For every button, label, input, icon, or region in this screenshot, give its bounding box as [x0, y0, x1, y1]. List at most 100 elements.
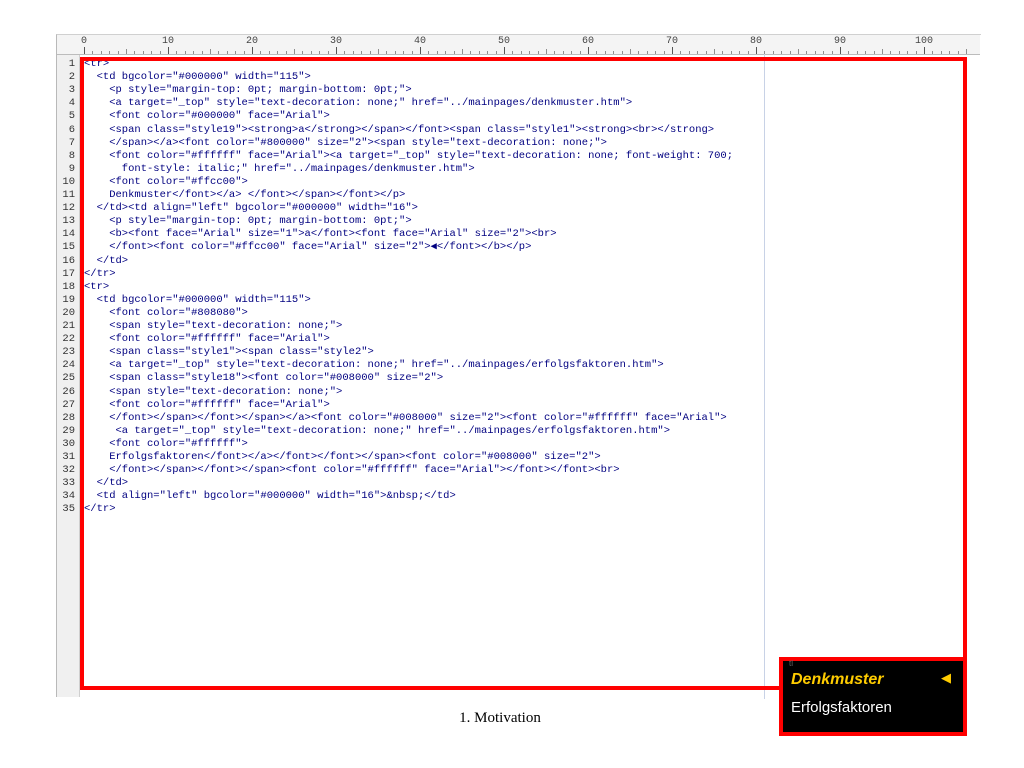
- ruler-tick: [630, 49, 631, 54]
- ruler-tick: [697, 51, 699, 54]
- ruler-tick: [176, 51, 178, 54]
- line-number: 20: [62, 306, 75, 319]
- ruler-label: 70: [665, 36, 679, 47]
- ruler-tick: [646, 51, 648, 54]
- ruler-tick: [604, 51, 606, 54]
- line-number: 33: [62, 477, 75, 490]
- line-number: 19: [62, 293, 75, 306]
- line-number: 3: [68, 84, 75, 97]
- ruler-tick: [319, 51, 321, 54]
- ruler-tick: [126, 49, 127, 54]
- line-number: 25: [62, 372, 75, 385]
- line-number: 14: [62, 228, 75, 241]
- ruler-tick: [428, 51, 430, 54]
- ruler-tick: [462, 49, 463, 54]
- ruler-tick: [352, 51, 354, 54]
- ruler-tick: [747, 51, 749, 54]
- ruler-tick: [814, 51, 816, 54]
- ruler-tick: [218, 51, 220, 54]
- ruler-tick: [730, 51, 732, 54]
- line-number: 18: [62, 280, 75, 293]
- ruler-tick: [940, 51, 942, 54]
- line-number: 16: [62, 254, 75, 267]
- line-number: 35: [62, 503, 75, 516]
- line-number: 1: [68, 58, 75, 70]
- ruler-tick: [781, 51, 783, 54]
- ruler-tick: [705, 51, 707, 54]
- line-number: 24: [62, 359, 75, 372]
- ruler-tick: [100, 51, 102, 54]
- ruler-label: 50: [497, 36, 511, 47]
- ruler-tick: [134, 51, 136, 54]
- line-number: 6: [68, 123, 75, 136]
- ruler-tick: [201, 51, 203, 54]
- ruler-tick: [184, 51, 186, 54]
- ruler-label: 80: [749, 36, 763, 47]
- column-ruler: 0 10 20 30 40 50 60 70 80 90 100: [57, 35, 980, 55]
- ruler-tick: [924, 47, 925, 54]
- ruler-tick: [856, 51, 858, 54]
- ruler-tick: [294, 49, 295, 54]
- ruler-tick: [302, 51, 304, 54]
- ruler-tick: [235, 51, 237, 54]
- ruler-tick: [722, 51, 724, 54]
- ruler-tick: [638, 51, 640, 54]
- ruler-tick: [142, 51, 144, 54]
- line-number: 21: [62, 320, 75, 332]
- ruler-tick: [361, 51, 363, 54]
- ruler-tick: [873, 51, 875, 54]
- ruler-tick: [890, 51, 892, 54]
- line-number: 2: [68, 71, 75, 84]
- ruler-tick: [151, 51, 153, 54]
- line-number: 30: [62, 437, 75, 450]
- ruler-tick: [117, 51, 119, 54]
- line-number: 5: [68, 110, 75, 123]
- ruler-tick: [268, 51, 270, 54]
- ruler-tick: [403, 51, 405, 54]
- ruler-tick: [495, 51, 497, 54]
- ruler-tick: [226, 51, 228, 54]
- ruler-tick: [411, 51, 413, 54]
- ruler-tick: [613, 51, 615, 54]
- left-arrow-icon: ◀: [941, 670, 951, 685]
- ruler-tick: [882, 49, 883, 54]
- highlight-box-code: [80, 57, 967, 690]
- ruler-tick: [907, 51, 909, 54]
- ruler-tick: [932, 51, 934, 54]
- ruler-tick: [92, 51, 94, 54]
- ruler-tick: [487, 51, 489, 54]
- line-number: 8: [68, 149, 75, 162]
- line-number: 7: [68, 136, 75, 149]
- ruler-tick: [470, 51, 472, 54]
- line-number: 12: [62, 202, 75, 215]
- ruler-tick: [537, 51, 539, 54]
- line-number: 23: [62, 346, 75, 359]
- ruler-tick: [512, 51, 514, 54]
- ruler-tick: [394, 51, 396, 54]
- line-number: 15: [62, 241, 75, 254]
- ruler-tick: [596, 51, 598, 54]
- ruler-tick: [453, 51, 455, 54]
- ruler-tick: [915, 51, 917, 54]
- line-number: 17: [62, 267, 75, 280]
- ruler-tick: [806, 51, 808, 54]
- ruler-tick: [840, 47, 841, 54]
- ruler-tick: [621, 51, 623, 54]
- ruler-tick: [344, 51, 346, 54]
- menu-item-denkmuster[interactable]: Denkmuster: [791, 671, 883, 689]
- ruler-label: 60: [581, 36, 595, 47]
- ruler-tick: [655, 51, 657, 54]
- line-number: 10: [62, 175, 75, 188]
- ruler-tick: [789, 51, 791, 54]
- ruler-tick: [310, 51, 312, 54]
- ruler-tick: [848, 51, 850, 54]
- ruler-tick: [772, 51, 774, 54]
- ruler-label: 40: [413, 36, 427, 47]
- ruler-tick: [672, 47, 673, 54]
- line-number: 9: [68, 162, 75, 175]
- ruler-tick: [957, 51, 959, 54]
- ruler-tick: [285, 51, 287, 54]
- ruler-label: 90: [833, 36, 847, 47]
- line-number: 27: [62, 398, 75, 411]
- ruler-tick: [168, 47, 169, 54]
